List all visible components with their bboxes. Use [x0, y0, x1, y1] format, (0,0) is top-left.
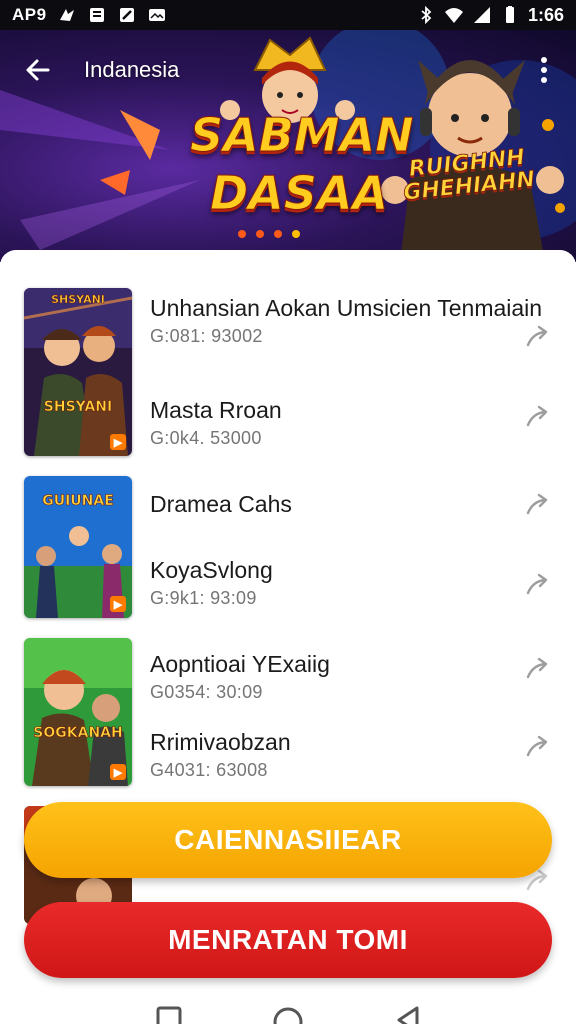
game-thumbnail[interactable]: SOGKANAH ▶: [24, 638, 132, 786]
recents-nav-button[interactable]: [153, 996, 185, 1024]
back-nav-icon: [397, 1006, 419, 1024]
page-title: Indanesia: [84, 57, 180, 82]
primary-action-button[interactable]: CAIENNASIIEAR: [24, 802, 552, 878]
game-art: [24, 288, 132, 456]
game-logo-small: SHSYANI: [51, 293, 105, 306]
share-arrow-icon[interactable]: [524, 732, 552, 760]
more-options-button[interactable]: [532, 52, 556, 88]
notification-icon: [119, 8, 134, 22]
status-bar: AP9 1:66: [0, 0, 576, 30]
carousel-indicator: [238, 230, 300, 238]
recents-nav-icon: [156, 1006, 182, 1024]
item-title: Unhansian Aokan Umsicien Tenmaiain: [150, 295, 543, 321]
game-logo: SOGKANAH: [33, 725, 123, 741]
item-meta: G4031: 63008: [150, 759, 268, 780]
more-vertical-icon: [541, 57, 547, 83]
game-thumbnail[interactable]: GUIUNAE ▶: [24, 476, 132, 618]
photo-icon: [148, 9, 165, 21]
item-title: Aopntioai YExaiig: [150, 651, 330, 677]
game-badge: ▶: [110, 764, 126, 780]
bluetooth-icon: [421, 6, 432, 24]
arrow-left-icon: [26, 59, 50, 81]
item-title: Masta Rroan: [150, 397, 282, 423]
carousel-dot[interactable]: [274, 230, 282, 238]
game-thumbnail[interactable]: SHSYANI SHSYANI ▶: [24, 288, 132, 456]
back-button[interactable]: [20, 52, 56, 88]
share-arrow-icon[interactable]: [524, 570, 552, 598]
home-nav-button[interactable]: [272, 996, 304, 1024]
sim-icon: [59, 9, 74, 21]
share-arrow-icon[interactable]: [524, 322, 552, 350]
message-icon: [89, 8, 104, 22]
share-arrow-icon[interactable]: [524, 402, 552, 430]
status-right: 1:66: [416, 5, 564, 26]
item-title: KoyaSvlong: [150, 557, 273, 583]
hero-banner[interactable]: Indanesia SABMAN DASAA RUIGHNH GHEHIAHN: [0, 30, 576, 262]
carrier-label: AP9: [12, 5, 47, 24]
item-meta: G:081: 93002: [150, 325, 263, 346]
list-item[interactable]: KoyaSvlong G:9k1: 93:09: [150, 557, 560, 609]
list-item[interactable]: Aopntioai YExaiig G0354: 30:09: [150, 651, 560, 703]
wifi-icon: [444, 8, 463, 23]
game-badge: ▶: [110, 596, 126, 612]
item-meta: G:0k4. 53000: [150, 427, 262, 448]
clock: 1:66: [527, 4, 564, 25]
game-badge: ▶: [110, 434, 126, 450]
secondary-action-button[interactable]: MENRATAN TOMI: [24, 902, 552, 978]
list-item[interactable]: Masta Rroan G:0k4. 53000: [150, 397, 560, 449]
list-item[interactable]: Dramea Cahs: [150, 490, 560, 518]
game-logo: SHSYANI: [43, 399, 113, 415]
home-nav-icon: [273, 1007, 303, 1024]
list-item[interactable]: Unhansian Aokan Umsicien Tenmaiain G:081…: [150, 295, 560, 350]
list-item[interactable]: Rrimivaobzan G4031: 63008: [150, 729, 560, 781]
game-logo: GUIUNAE: [42, 493, 114, 509]
item-meta: G:9k1: 93:09: [150, 587, 257, 608]
banner-title-line1: SABMAN: [190, 108, 415, 162]
battery-icon: [505, 6, 514, 23]
item-meta: G0354: 30:09: [150, 681, 263, 702]
item-title: Rrimivaobzan: [150, 729, 291, 755]
carousel-dot[interactable]: [238, 230, 246, 238]
status-left: AP9: [12, 5, 167, 25]
item-title: Dramea Cahs: [150, 491, 292, 517]
carousel-dot-active[interactable]: [292, 230, 300, 238]
top-app-bar: Indanesia: [0, 30, 576, 110]
banner-title-line2: DASAA: [209, 166, 389, 220]
share-arrow-icon[interactable]: [524, 654, 552, 682]
carousel-dot[interactable]: [256, 230, 264, 238]
back-nav-button[interactable]: [391, 996, 423, 1024]
signal-icon: [473, 7, 490, 23]
system-nav-bar: [0, 996, 576, 1024]
share-arrow-icon[interactable]: [524, 490, 552, 518]
